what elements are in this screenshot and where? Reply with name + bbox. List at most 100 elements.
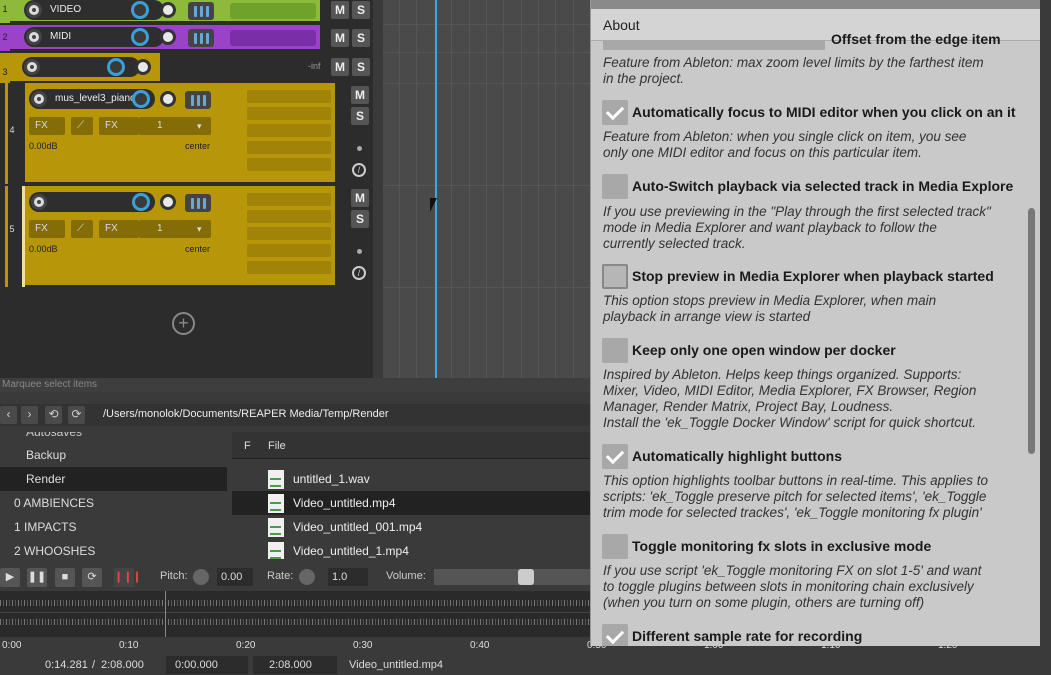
record-arm-button[interactable] — [24, 59, 40, 75]
track-3[interactable]: 3 -inf M S — [0, 53, 373, 83]
solo-button[interactable]: S — [351, 210, 369, 228]
record-arm-button[interactable] — [31, 194, 47, 210]
volume-slider[interactable] — [434, 569, 593, 585]
path-field[interactable]: /Users/monolok/Documents/REAPER Media/Te… — [103, 408, 389, 420]
start-field[interactable]: 0:00.000 — [166, 656, 248, 674]
checkbox[interactable] — [602, 534, 628, 559]
add-track-button[interactable]: + — [172, 312, 195, 335]
bypass-icon[interactable]: / — [352, 266, 366, 280]
checkbox[interactable] — [602, 100, 628, 125]
track-4[interactable]: 4 mus_level3_piano FX ⟋ FX 1 ▾ 0.00dB ce… — [0, 83, 373, 184]
fx-slot-row[interactable] — [247, 227, 331, 240]
parent-folder-button[interactable]: ⟲ — [45, 406, 62, 424]
fx-slot-row[interactable] — [247, 90, 331, 103]
fx-slot-row[interactable] — [247, 158, 331, 171]
back-button[interactable]: ‹ — [0, 406, 17, 424]
offset-slider[interactable] — [603, 40, 825, 50]
media-explorer-navbar: ‹ › ⟲ ⟳ /Users/monolok/Documents/REAPER … — [0, 404, 593, 426]
pan-knob[interactable] — [160, 194, 176, 210]
meter-icon[interactable] — [188, 2, 214, 20]
record-arm-button[interactable] — [26, 2, 42, 18]
meter-icon[interactable]: ❙❙❙ — [114, 568, 142, 587]
pan-knob[interactable] — [160, 91, 176, 107]
track-1[interactable]: 1 VIDEO M S — [0, 0, 373, 23]
record-arm-button[interactable] — [31, 91, 47, 107]
meter-icon[interactable] — [185, 194, 211, 212]
option-description: Inspired by Ableton. Helps keep things o… — [603, 367, 977, 430]
solo-button[interactable]: S — [351, 107, 369, 125]
solo-button[interactable]: S — [352, 1, 370, 19]
table-row[interactable]: untitled_1.wav — [232, 467, 593, 491]
table-row[interactable]: Video_untitled_1.mp4 — [232, 539, 593, 559]
dialog-scrollbar[interactable] — [1028, 208, 1035, 454]
list-item[interactable]: 1 IMPACTS — [0, 515, 227, 539]
arrange-view[interactable] — [383, 0, 593, 378]
pause-icon[interactable]: ❚❚ — [27, 568, 47, 587]
option-description: If you use script 'ek_Toggle monitoring … — [603, 563, 982, 610]
track-5[interactable]: 5 FX ⟋ FX 1 ▾ 0.00dB center M S / — [0, 186, 373, 287]
gain-readout: 0.00dB — [29, 244, 58, 254]
meter-icon[interactable] — [185, 91, 211, 109]
pan-knob[interactable] — [160, 29, 176, 45]
envelope-icon[interactable]: ⟋ — [71, 220, 93, 238]
volume-knob[interactable] — [107, 58, 125, 76]
fx-slot[interactable]: FX — [99, 117, 139, 135]
pan-knob[interactable] — [160, 2, 176, 18]
mute-button[interactable]: M — [331, 29, 349, 47]
meter-icon[interactable] — [188, 29, 214, 47]
mute-button[interactable]: M — [351, 86, 369, 104]
table-row-selected[interactable]: Video_untitled.mp4 — [232, 491, 593, 515]
checkbox[interactable] — [602, 174, 628, 199]
list-item-selected[interactable]: Render — [0, 467, 227, 491]
checkbox[interactable] — [602, 338, 628, 363]
column-header-file[interactable]: File — [268, 440, 286, 452]
stop-icon[interactable]: ■ — [55, 568, 75, 587]
pan-readout: center — [185, 244, 211, 254]
pan-knob[interactable] — [135, 59, 151, 75]
envelope-icon[interactable]: ⟋ — [71, 117, 93, 135]
option-title: Offset from the edge item — [831, 31, 1001, 47]
pitch-knob[interactable] — [193, 569, 209, 585]
track-2[interactable]: 2 MIDI M S — [0, 25, 373, 51]
volume-knob[interactable] — [132, 90, 150, 108]
volume-knob[interactable] — [131, 28, 149, 46]
fx-slot-row[interactable] — [247, 107, 331, 120]
record-arm-button[interactable] — [26, 29, 42, 45]
play-icon[interactable]: ▶ — [0, 568, 20, 587]
forward-button[interactable]: › — [21, 406, 38, 424]
fx-button[interactable]: FX — [29, 117, 65, 135]
volume-knob[interactable] — [131, 1, 149, 19]
fx-slot-row[interactable] — [247, 193, 331, 206]
track-fader[interactable] — [230, 3, 316, 19]
volume-knob[interactable] — [132, 193, 150, 211]
fx-slot-row[interactable] — [247, 244, 331, 257]
fx-button[interactable]: FX — [29, 220, 65, 238]
checkbox[interactable] — [602, 624, 628, 646]
solo-button[interactable]: S — [352, 58, 370, 76]
fx-slot-row[interactable] — [247, 141, 331, 154]
solo-button[interactable]: S — [352, 29, 370, 47]
mute-button[interactable]: M — [331, 58, 349, 76]
rate-field[interactable]: 1.0 — [328, 568, 368, 586]
checkbox[interactable] — [602, 444, 628, 469]
checkbox[interactable] — [602, 264, 628, 289]
list-item[interactable]: Backup — [0, 443, 227, 467]
list-item[interactable]: 2 WHOOSHES — [0, 539, 227, 559]
bypass-icon[interactable]: / — [352, 163, 366, 177]
loop-icon[interactable]: ⟳ — [82, 568, 102, 587]
pitch-field[interactable]: 0.00 — [217, 568, 253, 586]
fx-slot-row[interactable] — [247, 210, 331, 223]
mute-button[interactable]: M — [331, 1, 349, 19]
fx-slot-row[interactable] — [247, 261, 331, 274]
list-item[interactable]: 0 AMBIENCES — [0, 491, 227, 515]
track-fader[interactable] — [230, 30, 316, 46]
column-header-f[interactable]: F — [244, 440, 251, 452]
end-field[interactable]: 2:08.000 — [253, 656, 337, 674]
refresh-button[interactable]: ⟳ — [68, 406, 85, 424]
fx-slot-row[interactable] — [247, 124, 331, 137]
mute-button[interactable]: M — [351, 189, 369, 207]
file-list: F File untitled_1.wav Video_untitled.mp4… — [232, 432, 593, 559]
table-row[interactable]: Video_untitled_001.mp4 — [232, 515, 593, 539]
rate-knob[interactable] — [299, 569, 315, 585]
fx-slot[interactable]: FX — [99, 220, 139, 238]
